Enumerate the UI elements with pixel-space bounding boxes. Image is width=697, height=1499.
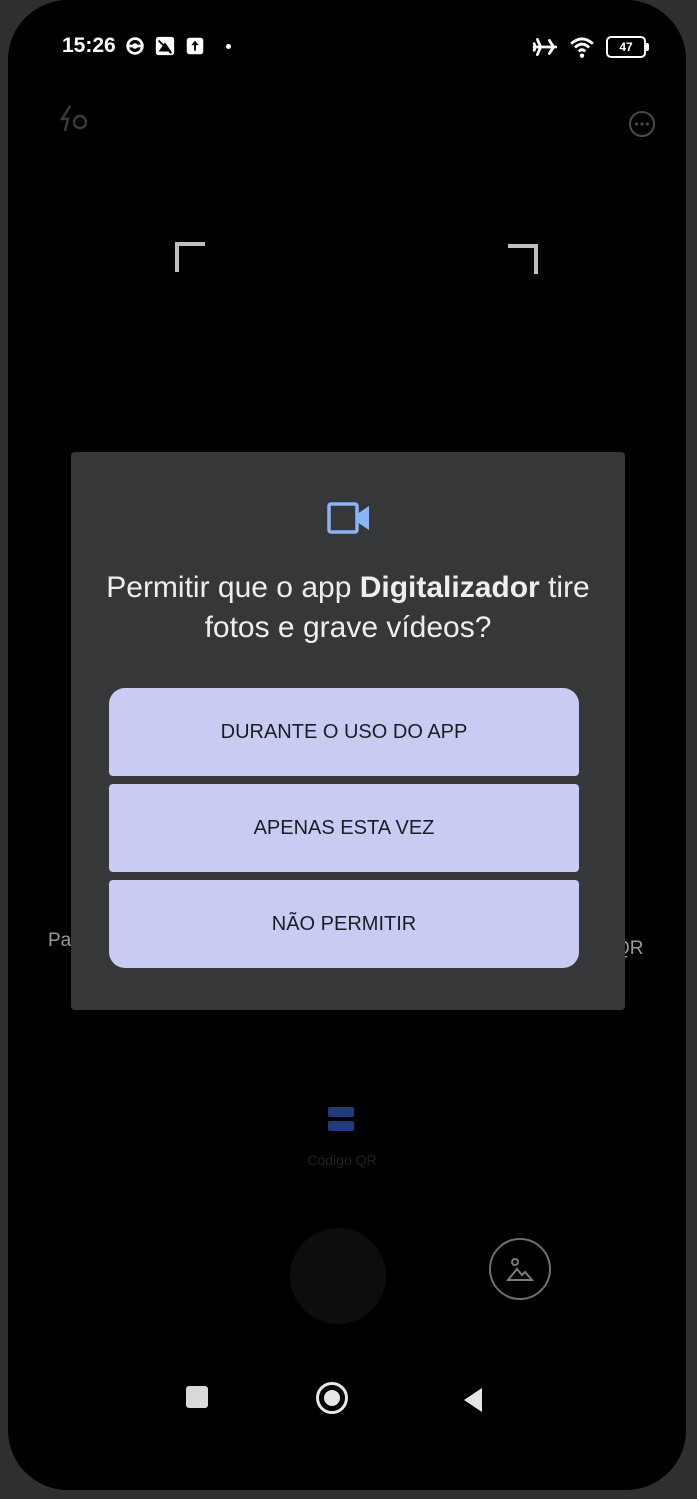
scan-frame-corner-top-left xyxy=(175,242,205,272)
battery-level: 47 xyxy=(619,40,633,54)
only-this-time-button[interactable]: APENAS ESTA VEZ xyxy=(109,784,579,872)
qr-mode-icon[interactable] xyxy=(326,1104,356,1134)
gallery-notification-icon xyxy=(155,36,174,56)
dialog-title-prefix: Permitir que o app xyxy=(106,571,360,604)
shutter-button[interactable] xyxy=(290,1228,386,1324)
permission-dialog: Permitir que o app Digitalizador tire fo… xyxy=(71,452,625,1010)
status-bar: 15:26 47 xyxy=(62,34,649,68)
settings-gear-icon xyxy=(126,37,144,55)
dialog-app-name: Digitalizador xyxy=(359,571,540,604)
qr-mode-label[interactable]: Código QR xyxy=(292,1152,392,1168)
back-triangle-icon[interactable] xyxy=(458,1385,488,1415)
camera-screen: 15:26 47 Pa QR Código QR Permitir que o … xyxy=(8,0,686,1490)
battery-icon: 47 xyxy=(606,36,649,58)
status-right: 47 xyxy=(532,34,649,60)
mode-label-left[interactable]: Pa xyxy=(48,930,71,952)
flash-off-icon[interactable] xyxy=(56,104,92,134)
scan-frame-corner-top-right xyxy=(508,244,538,274)
dialog-title: Permitir que o app Digitalizador tire fo… xyxy=(91,568,605,648)
status-left: 15:26 xyxy=(62,34,231,58)
while-using-app-button[interactable]: DURANTE O USO DO APP xyxy=(109,688,579,776)
recents-square-icon[interactable] xyxy=(186,1386,208,1408)
airplane-mode-icon xyxy=(532,38,558,56)
deny-button[interactable]: NÃO PERMITIR xyxy=(109,880,579,968)
wifi-icon xyxy=(570,37,594,58)
phone-frame: 15:26 47 Pa QR Código QR Permitir que o … xyxy=(8,0,686,1490)
gallery-icon xyxy=(506,1258,534,1281)
home-circle-icon[interactable] xyxy=(316,1382,348,1414)
more-options-icon[interactable] xyxy=(628,110,656,138)
clock: 15:26 xyxy=(62,34,116,57)
notification-dot xyxy=(225,43,231,49)
videocam-icon xyxy=(327,502,369,534)
gallery-button[interactable] xyxy=(489,1238,551,1300)
upload-notification-icon xyxy=(186,37,203,55)
